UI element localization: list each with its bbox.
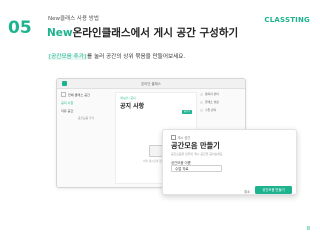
checkbox-icon bbox=[61, 92, 66, 97]
title-rest: 온라인클래스에서 게시 공간 구성하기 bbox=[72, 27, 239, 39]
sidebar-item-notice[interactable]: 공지 사항 bbox=[61, 100, 111, 105]
dialog-crumb: 게시 공간 bbox=[171, 135, 190, 140]
create-space-group-dialog: 게시 공간 공간모음 만들기 공간모음을 만들어 게시 공간을 묶어보세요. 공… bbox=[162, 129, 297, 195]
empty-state-icon bbox=[149, 145, 163, 157]
right-pane-label: 수업 관리 bbox=[205, 108, 217, 112]
app-titlebar: 온라인 클래스 bbox=[57, 79, 245, 89]
page-title: New온라인클래스에서 게시 공간 구성하기 bbox=[47, 25, 238, 40]
avatar-icon bbox=[200, 108, 203, 112]
sidebar-item-free[interactable]: 자유 공간 bbox=[61, 108, 111, 113]
sidebar-item-label: 자유 공간 bbox=[61, 109, 74, 113]
breadcrumb: 게시판 / 공지 bbox=[120, 96, 136, 100]
right-pane-item[interactable]: 클래스 설정 bbox=[200, 100, 242, 104]
right-pane-label: 클래스 설정 bbox=[205, 100, 219, 104]
instruction-rest: 를 눌러 공간의 상위 묶음을 만들어보세요. bbox=[87, 54, 186, 60]
board-title: 공지 사항 bbox=[120, 103, 145, 110]
step-number: 05 bbox=[8, 18, 32, 38]
instruction-text: [공간모음 추가]를 눌러 공간의 상위 묶음을 만들어보세요. bbox=[48, 52, 185, 60]
cancel-button[interactable]: 취소 bbox=[244, 189, 250, 194]
right-pane-item[interactable]: 참여자 관리 bbox=[200, 92, 242, 96]
brand-logo: CLASSTING bbox=[264, 16, 310, 24]
avatar-icon bbox=[200, 92, 203, 96]
group-name-input[interactable]: 수업 자료 bbox=[171, 165, 222, 172]
avatar-icon bbox=[200, 100, 203, 104]
app-window-title: 온라인 클래스 bbox=[141, 82, 161, 86]
sidebar-item-label: 공지 사항 bbox=[61, 101, 74, 105]
instruction-highlight: [공간모음 추가] bbox=[48, 54, 88, 60]
create-group-button[interactable]: 공간모음 만들기 bbox=[255, 186, 292, 194]
right-pane-label: 참여자 관리 bbox=[205, 92, 219, 96]
section-subtitle: New클래스 사용 방법 bbox=[48, 16, 99, 22]
folder-icon bbox=[171, 135, 176, 140]
page-number: 8 bbox=[306, 226, 310, 232]
add-space-group-link[interactable]: 공간모음 추가 bbox=[61, 116, 111, 120]
write-button[interactable]: 글쓰기 bbox=[182, 110, 192, 114]
dialog-subtitle: 공간모음을 만들어 게시 공간을 묶어보세요. bbox=[171, 152, 224, 156]
title-accent: New bbox=[47, 27, 73, 39]
app-sidebar: 전체 클래스 공간 공지 사항 자유 공간 공간모음 추가 bbox=[61, 92, 111, 182]
dialog-title: 공간모음 만들기 bbox=[171, 141, 220, 150]
dialog-crumb-label: 게시 공간 bbox=[177, 136, 191, 140]
sidebar-item-label: 전체 클래스 공간 bbox=[68, 93, 90, 97]
sidebar-item-all[interactable]: 전체 클래스 공간 bbox=[61, 92, 111, 97]
right-pane-item[interactable]: 수업 관리 bbox=[200, 108, 242, 112]
